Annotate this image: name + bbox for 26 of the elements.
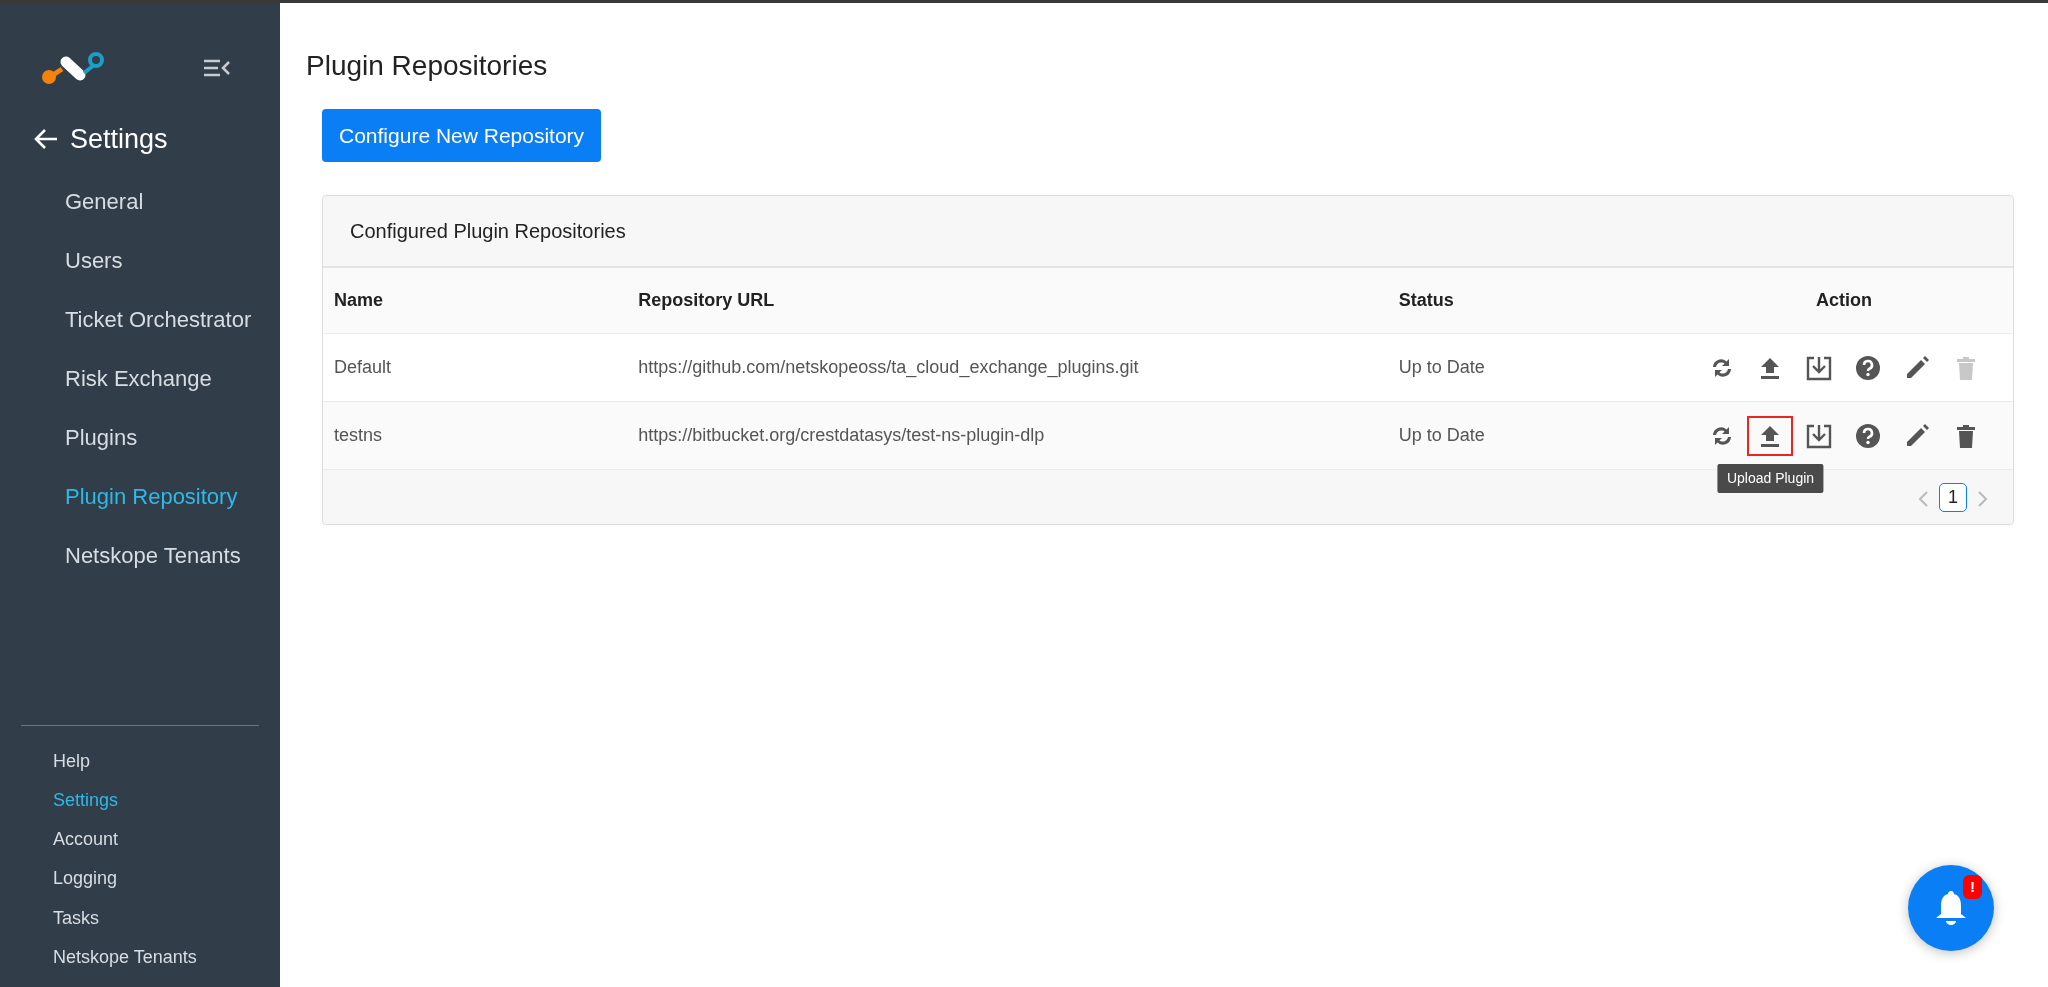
sidebar-item[interactable]: General: [0, 171, 280, 231]
table-cell: testns: [323, 401, 628, 470]
table-cell: https://github.com/netskopeoss/ta_cloud_exchange_plugins.git: [627, 333, 1388, 402]
page-button[interactable]: 1: [1939, 482, 1967, 512]
sidebar-footer-item[interactable]: Logging: [21, 859, 259, 899]
page-title: Plugin Repositories: [306, 49, 549, 83]
alert-badge: !: [1963, 875, 1982, 899]
table-cell: Up to Date: [1387, 401, 1675, 470]
sidebar-item[interactable]: Plugins: [0, 407, 280, 467]
sidebar-footer-item[interactable]: Account: [21, 820, 259, 860]
notifications-button[interactable]: !: [1908, 865, 1994, 951]
sidebar-footer-item[interactable]: Tasks: [21, 898, 259, 938]
sidebar-footer-item[interactable]: Netskope Tenants: [21, 937, 259, 977]
sidebar-footer-item[interactable]: Help: [21, 741, 259, 782]
tooltip: Upload Plugin: [1717, 463, 1824, 493]
sidebar-item[interactable]: Users: [0, 230, 280, 290]
sidebar-item[interactable]: Plugin Repository: [0, 466, 280, 526]
table-cell: Up to Date: [1387, 333, 1675, 402]
table-cell: https://bitbucket.org/crestdatasys/test-ns-plugin-dlp: [627, 401, 1388, 470]
sidebar-item[interactable]: Risk Exchange: [0, 348, 280, 408]
table-cell: Default: [323, 333, 628, 402]
configure-repository-button[interactable]: Configure New Repository: [322, 108, 602, 163]
sidebar-footer-item[interactable]: Settings: [21, 781, 259, 821]
section-title: Settings: [70, 123, 168, 156]
sidebar-item[interactable]: Ticket Orchestrator: [0, 289, 280, 349]
sidebar-item[interactable]: Netskope Tenants: [0, 525, 280, 585]
